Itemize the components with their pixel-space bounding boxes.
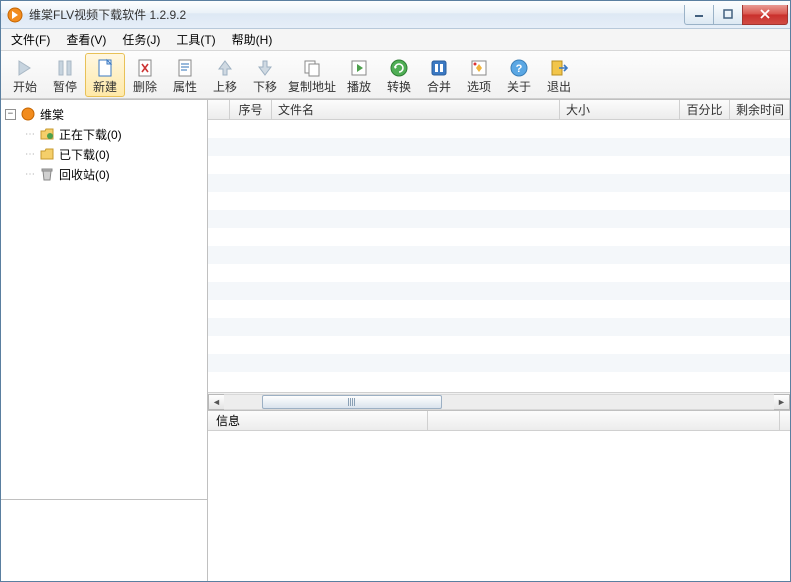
content-area: 序号 文件名 大小 百分比 剩余时间 ◄ [208, 100, 790, 581]
close-button[interactable] [742, 5, 788, 25]
tb-props-label: 属性 [173, 81, 197, 93]
tb-up[interactable]: 上移 [205, 53, 245, 97]
window-title: 维棠FLV视频下载软件 1.2.9.2 [29, 6, 186, 23]
new-file-icon [94, 57, 116, 79]
scroll-track[interactable] [224, 394, 774, 410]
tb-down-label: 下移 [253, 81, 277, 93]
sidebar-bottom-pane [1, 499, 207, 581]
tb-options[interactable]: 选项 [459, 53, 499, 97]
tree-collapse-icon[interactable]: − [5, 109, 16, 120]
tree-recycle[interactable]: ⋯ 回收站(0) [3, 164, 205, 184]
horizontal-scrollbar[interactable]: ◄ ► [208, 392, 790, 410]
tree-recycle-label: 回收站(0) [59, 166, 110, 183]
tb-copyaddr-label: 复制地址 [288, 81, 336, 93]
scroll-right-icon[interactable]: ► [773, 394, 790, 410]
tree-connector-icon: ⋯ [23, 129, 35, 140]
tree-connector-icon: ⋯ [23, 149, 35, 160]
info-header-blank [428, 411, 780, 430]
tb-delete-label: 删除 [133, 81, 157, 93]
task-list-pane: 序号 文件名 大小 百分比 剩余时间 ◄ [208, 100, 790, 411]
tree-view[interactable]: − 维棠 ⋯ 正在下载(0) ⋯ 已下载(0) ⋯ 回收站(0) [1, 100, 207, 499]
tree-downloaded[interactable]: ⋯ 已下载(0) [3, 144, 205, 164]
scroll-thumb[interactable] [262, 395, 442, 409]
tb-play-label: 播放 [347, 81, 371, 93]
scroll-left-icon[interactable]: ◄ [208, 394, 225, 410]
tb-start[interactable]: 开始 [5, 53, 45, 97]
tree-downloaded-label: 已下载(0) [59, 146, 110, 163]
col-status[interactable] [208, 100, 230, 119]
tree-connector-icon: ⋯ [23, 169, 35, 180]
delete-icon [134, 57, 156, 79]
tb-up-label: 上移 [213, 81, 237, 93]
app-icon [7, 7, 23, 23]
minimize-button[interactable] [684, 5, 714, 25]
info-header: 信息 [208, 411, 790, 431]
arrow-up-icon [214, 57, 236, 79]
tb-convert[interactable]: 转换 [379, 53, 419, 97]
tree-root-label: 维棠 [40, 106, 64, 123]
properties-icon [174, 57, 196, 79]
folder-downloading-icon [39, 126, 55, 142]
tree-root[interactable]: − 维棠 [3, 104, 205, 124]
trash-icon [39, 166, 55, 182]
menu-file[interactable]: 文件(F) [3, 29, 58, 50]
tree-downloading-label: 正在下载(0) [59, 126, 122, 143]
window-controls [685, 5, 788, 25]
menu-tools[interactable]: 工具(T) [168, 29, 223, 50]
info-tab[interactable]: 信息 [208, 411, 428, 430]
pause-icon [54, 57, 76, 79]
menu-task[interactable]: 任务(J) [114, 29, 168, 50]
tb-copyaddr[interactable]: 复制地址 [285, 53, 339, 97]
main-area: − 维棠 ⋯ 正在下载(0) ⋯ 已下载(0) ⋯ 回收站(0) [1, 99, 790, 581]
tb-merge-label: 合并 [427, 81, 451, 93]
tb-pause[interactable]: 暂停 [45, 53, 85, 97]
tb-down[interactable]: 下移 [245, 53, 285, 97]
arrow-down-icon [254, 57, 276, 79]
tb-merge[interactable]: 合并 [419, 53, 459, 97]
svg-text:?: ? [516, 63, 523, 75]
play-icon [348, 57, 370, 79]
info-pane: 信息 [208, 411, 790, 581]
maximize-button[interactable] [713, 5, 743, 25]
tb-play[interactable]: 播放 [339, 53, 379, 97]
col-seq[interactable]: 序号 [230, 100, 272, 119]
play-arrow-icon [14, 57, 36, 79]
info-header-edge [780, 411, 790, 430]
info-body [208, 431, 790, 581]
copy-icon [301, 57, 323, 79]
tb-new[interactable]: 新建 [85, 53, 125, 97]
exit-icon [548, 57, 570, 79]
merge-icon [428, 57, 450, 79]
app-small-icon [20, 106, 36, 122]
col-filename[interactable]: 文件名 [272, 100, 560, 119]
tb-exit-label: 退出 [547, 81, 571, 93]
menu-bar: 文件(F) 查看(V) 任务(J) 工具(T) 帮助(H) [1, 29, 790, 51]
convert-icon [388, 57, 410, 79]
tb-props[interactable]: 属性 [165, 53, 205, 97]
tb-new-label: 新建 [93, 81, 117, 93]
tb-start-label: 开始 [13, 81, 37, 93]
col-remaining[interactable]: 剩余时间 [730, 100, 790, 119]
folder-icon [39, 146, 55, 162]
tb-exit[interactable]: 退出 [539, 53, 579, 97]
menu-help[interactable]: 帮助(H) [224, 29, 281, 50]
options-icon [468, 57, 490, 79]
tb-pause-label: 暂停 [53, 81, 77, 93]
col-size[interactable]: 大小 [560, 100, 680, 119]
sidebar: − 维棠 ⋯ 正在下载(0) ⋯ 已下载(0) ⋯ 回收站(0) [1, 100, 208, 581]
tb-about[interactable]: ? 关于 [499, 53, 539, 97]
list-body[interactable] [208, 120, 790, 392]
tb-about-label: 关于 [507, 81, 531, 93]
help-icon: ? [508, 57, 530, 79]
title-bar: 维棠FLV视频下载软件 1.2.9.2 [1, 1, 790, 29]
tb-options-label: 选项 [467, 81, 491, 93]
toolbar: 开始 暂停 新建 删除 属性 上移 下移 复制地址 [1, 51, 790, 99]
tree-downloading[interactable]: ⋯ 正在下载(0) [3, 124, 205, 144]
app-window: 维棠FLV视频下载软件 1.2.9.2 文件(F) 查看(V) 任务(J) 工具… [0, 0, 791, 582]
menu-view[interactable]: 查看(V) [58, 29, 114, 50]
list-header: 序号 文件名 大小 百分比 剩余时间 [208, 100, 790, 120]
col-percent[interactable]: 百分比 [680, 100, 730, 119]
tb-convert-label: 转换 [387, 81, 411, 93]
tb-delete[interactable]: 删除 [125, 53, 165, 97]
